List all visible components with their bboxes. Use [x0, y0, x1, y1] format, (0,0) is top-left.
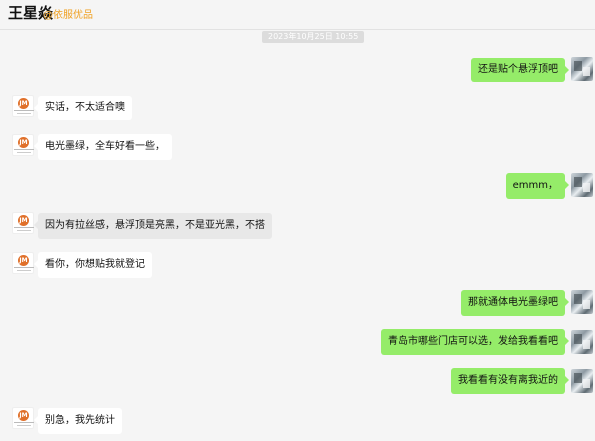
message-timestamp: 2023年10月25日 10:55 [262, 31, 365, 43]
contact-avatar[interactable]: JM [12, 252, 34, 274]
contact-avatar[interactable]: JM [12, 407, 34, 429]
message-bubble-incoming[interactable]: 实话，不太适合噢 [34, 96, 132, 120]
message-bubble-incoming[interactable]: 别急，我先统计 [34, 408, 122, 434]
user-avatar[interactable] [571, 173, 593, 197]
contact-avatar[interactable]: JM [12, 212, 34, 234]
message-text: 还是贴个悬浮顶吧 [478, 64, 558, 75]
message-bubble-outgoing[interactable]: 还是贴个悬浮顶吧 [471, 58, 569, 82]
message-text: 我看看有没有离我近的 [458, 375, 558, 386]
message-text: emmm， [512, 180, 558, 191]
contact-org: @依服优品 [43, 10, 93, 21]
message-text: 那就通体电光墨绿吧 [468, 297, 558, 308]
message-bubble-incoming[interactable]: 看你，你想贴我就登记 [34, 252, 152, 278]
avatar-logo-icon: JM [18, 255, 29, 266]
message-text: 电光墨绿，全车好看一些， [45, 141, 165, 152]
user-avatar[interactable] [571, 330, 593, 354]
message-bubble-outgoing[interactable]: 青岛市哪些门店可以选，发给我看看吧 [381, 329, 569, 355]
contact-avatar[interactable]: JM [12, 95, 34, 117]
avatar-logo-icon: JM [18, 137, 29, 148]
message-text: 别急，我先统计 [45, 415, 115, 426]
user-avatar[interactable] [571, 57, 593, 81]
user-avatar[interactable] [571, 290, 593, 314]
message-bubble-incoming[interactable]: 因为有拉丝感，悬浮顶是亮黑，不是亚光黑，不搭 [34, 213, 272, 239]
message-bubble-outgoing[interactable]: emmm， [505, 173, 570, 199]
chat-header: 王星焱 @依服优品 [0, 0, 595, 30]
message-bubble-outgoing[interactable]: 我看看有没有离我近的 [451, 368, 569, 394]
message-bubble-incoming[interactable]: 电光墨绿，全车好看一些， [34, 134, 172, 160]
avatar-logo-icon: JM [18, 98, 29, 109]
message-text: 青岛市哪些门店可以选，发给我看看吧 [388, 336, 558, 347]
contact-avatar[interactable]: JM [12, 134, 34, 156]
message-text: 因为有拉丝感，悬浮顶是亮黑，不是亚光黑，不搭 [45, 220, 265, 231]
avatar-logo-icon: JM [18, 215, 29, 226]
user-avatar[interactable] [571, 369, 593, 393]
message-bubble-outgoing[interactable]: 那就通体电光墨绿吧 [461, 290, 569, 316]
message-text: 实话，不太适合噢 [45, 102, 125, 113]
message-text: 看你，你想贴我就登记 [45, 259, 145, 270]
avatar-logo-icon: JM [18, 410, 29, 421]
